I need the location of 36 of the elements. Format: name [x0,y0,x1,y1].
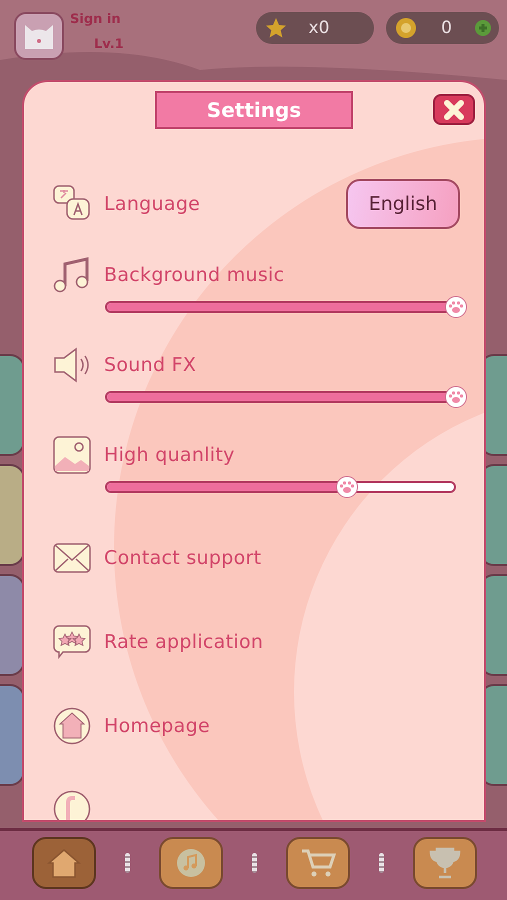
nav-tab[interactable] [286,836,350,888]
sign-in-link[interactable]: Sign in [70,12,240,27]
music-note-icon [176,848,206,878]
rope-divider [379,852,384,872]
star-icon [264,16,288,40]
settings-item[interactable]: Homepage [24,701,484,751]
speech-bubble-icon [53,625,91,659]
coin-icon [394,16,418,40]
close-button[interactable] [433,94,475,125]
house-icon [53,707,91,745]
setting-label: Background music [104,264,284,286]
setting-label: Language [104,193,202,215]
envelope-icon [53,543,91,573]
settings-title: Settings [154,91,354,129]
translate-icon [53,185,91,223]
speaker-icon [53,346,91,384]
close-icon [443,98,465,120]
setting-label: High quanlity [104,444,235,466]
cart-icon [300,848,336,878]
language-button[interactable]: English [346,179,460,229]
rope-divider [125,852,130,872]
nav-tab[interactable] [159,836,223,888]
avatar[interactable] [14,12,64,60]
setting-label: Sound FX [104,354,196,376]
rope-divider [252,852,257,872]
nav-tab[interactable] [413,836,477,888]
level-label: Lv.1 [94,37,125,52]
settings-item[interactable]: Contact support [24,533,484,583]
settings-item[interactable]: Rate application [24,617,484,667]
image-icon [53,436,91,474]
nav-tab[interactable] [32,836,96,888]
house-icon [47,848,81,878]
counter-value: x0 [308,18,330,38]
music-note-icon [53,256,91,294]
counter-value: 0 [440,18,453,38]
trophy-icon [428,846,462,878]
